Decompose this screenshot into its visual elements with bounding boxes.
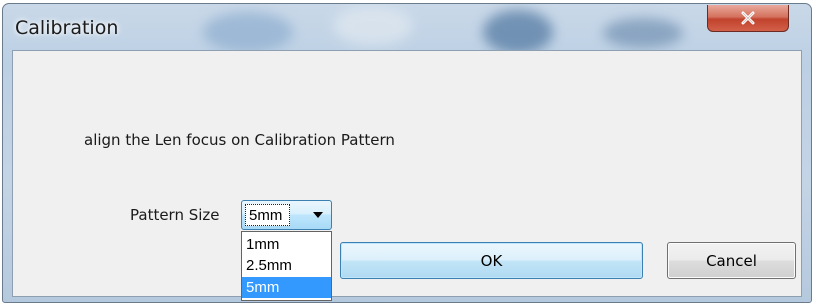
instruction-text: align the Len focus on Calibration Patte… — [84, 131, 395, 149]
pattern-size-value: 5mm — [249, 207, 283, 224]
close-button[interactable] — [707, 5, 789, 32]
calibration-dialog-window: Calibration align the Len focus on Calib… — [2, 3, 812, 303]
cancel-button[interactable]: Cancel — [667, 242, 796, 279]
chevron-down-icon[interactable] — [313, 212, 323, 218]
pattern-size-dropdown-list: 1mm 2.5mm 5mm — [241, 231, 332, 301]
dropdown-option-2-5mm[interactable]: 2.5mm — [242, 255, 331, 276]
dropdown-option-1mm[interactable]: 1mm — [242, 234, 331, 255]
dialog-client-area: align the Len focus on Calibration Patte… — [12, 50, 802, 301]
window-title: Calibration — [15, 17, 119, 39]
ok-button[interactable]: OK — [340, 242, 643, 279]
close-icon — [741, 11, 755, 25]
pattern-size-select[interactable]: 5mm — [241, 200, 332, 230]
pattern-size-label: Pattern Size — [130, 206, 220, 224]
dropdown-option-5mm[interactable]: 5mm — [242, 277, 331, 298]
